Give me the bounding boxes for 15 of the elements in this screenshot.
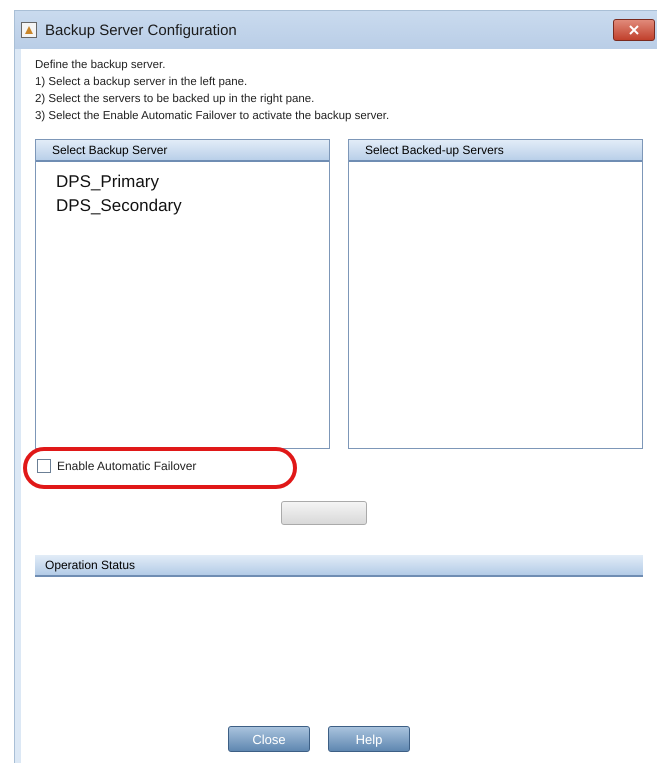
pane-header: Select Backed-up Servers bbox=[349, 140, 642, 162]
app-icon bbox=[21, 22, 37, 38]
failover-checkbox[interactable] bbox=[37, 459, 51, 473]
pane-header: Select Backup Server bbox=[36, 140, 329, 162]
instruction-text: 1) Select a backup server in the left pane. bbox=[35, 75, 248, 90]
close-button[interactable] bbox=[613, 19, 655, 41]
instruction-text: Define the backup server. bbox=[35, 58, 166, 73]
instruction-text: 2) Select the servers to be backed up in the right pane. bbox=[35, 92, 316, 107]
close-icon bbox=[629, 25, 639, 35]
status-header: Operation Status bbox=[35, 555, 643, 577]
checkbox-label: Enable Automatic Failover bbox=[57, 459, 196, 473]
window-title: Backup Server Configuration bbox=[45, 22, 238, 38]
server-item[interactable]: DPS_Secondary bbox=[52, 194, 329, 218]
instruction-text: 3) Select the Enable Automatic Failover to activate the backup server. bbox=[35, 109, 390, 124]
server-item[interactable]: DPS_Primary bbox=[52, 170, 329, 194]
